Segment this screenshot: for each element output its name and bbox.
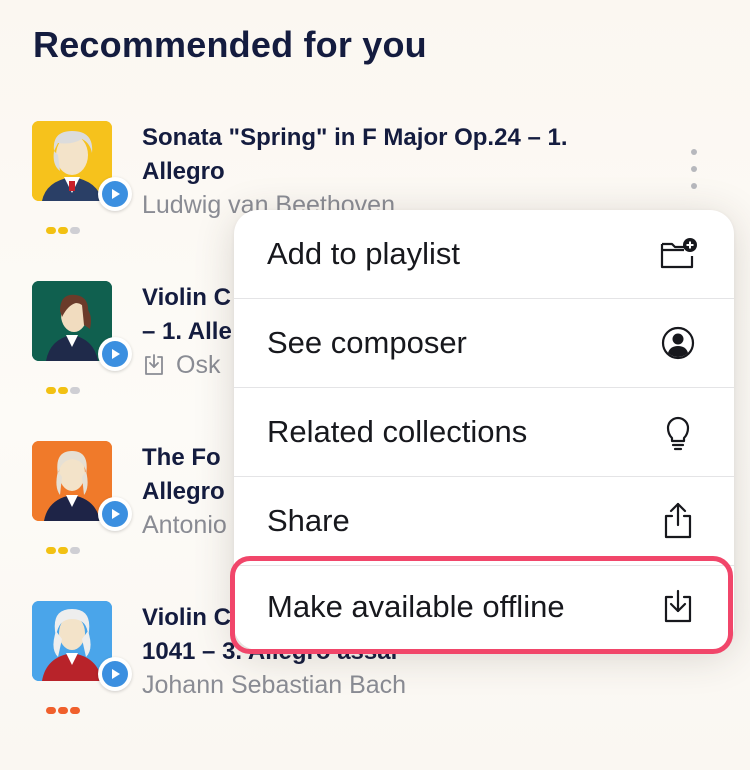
person-circle-icon — [658, 323, 698, 363]
play-icon — [102, 661, 128, 687]
more-options-button[interactable] — [688, 149, 700, 189]
track-artist: Antonio — [142, 511, 227, 539]
play-icon — [102, 181, 128, 207]
menu-item-share[interactable]: Share — [234, 477, 734, 565]
lightbulb-icon — [658, 412, 698, 452]
menu-item-label: Related collections — [267, 414, 528, 449]
play-button[interactable] — [98, 177, 132, 211]
difficulty-indicator — [46, 381, 106, 394]
folder-add-icon — [658, 234, 698, 274]
download-icon — [142, 353, 166, 384]
menu-item-label: See composer — [267, 325, 467, 360]
play-icon — [102, 341, 128, 367]
menu-item-related-collections[interactable]: Related collections — [234, 388, 734, 476]
difficulty-indicator — [46, 221, 106, 234]
play-button[interactable] — [98, 337, 132, 371]
difficulty-indicator — [46, 701, 106, 714]
page-title: Recommended for you — [33, 24, 427, 65]
menu-item-label: Share — [267, 503, 350, 538]
difficulty-indicator — [46, 541, 106, 554]
track-title: Sonata "Spring" in F Major Op.24 – 1. Al… — [142, 124, 568, 185]
share-icon — [658, 501, 698, 541]
play-button[interactable] — [98, 657, 132, 691]
menu-item-see-composer[interactable]: See composer — [234, 299, 734, 387]
menu-item-label: Add to playlist — [267, 236, 460, 271]
track-artist: Johann Sebastian Bach — [142, 671, 407, 699]
track-artist-name: Osk — [176, 351, 221, 379]
track-artist: Osk — [142, 351, 220, 384]
play-button[interactable] — [98, 497, 132, 531]
menu-item-add-to-playlist[interactable]: Add to playlist — [234, 210, 734, 298]
highlight-outline — [230, 556, 733, 654]
play-icon — [102, 501, 128, 527]
